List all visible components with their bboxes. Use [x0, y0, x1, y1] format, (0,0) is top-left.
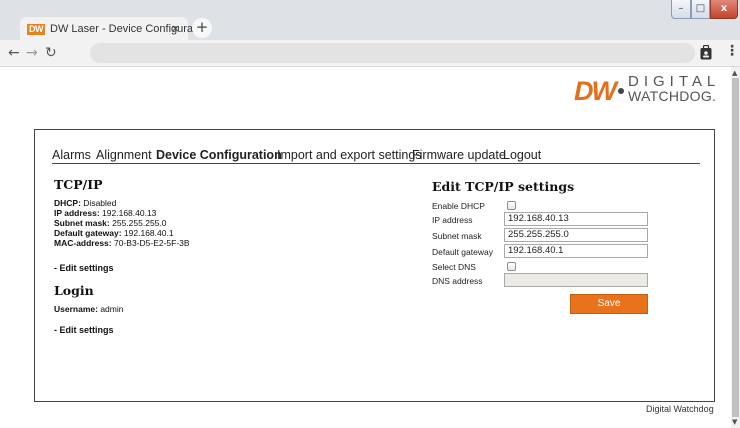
scroll-up-arrow-icon[interactable]: ▲ — [732, 69, 737, 77]
back-arrow-icon[interactable]: ← — [8, 44, 20, 62]
edit-login-settings-link[interactable]: - Edit settings — [54, 325, 114, 335]
window-maximize-button[interactable]: □ — [691, 0, 710, 19]
subnet-mask-input[interactable]: 255.255.255.0 — [504, 228, 648, 242]
edit-tcpip-heading: Edit TCP/IP settings — [432, 179, 575, 194]
profile-icon[interactable] — [700, 45, 712, 60]
tab-close-icon[interactable]: × — [171, 22, 180, 35]
info-label: Subnet mask: — [54, 218, 110, 228]
logo-dot — [618, 88, 624, 94]
footer-text: Digital Watchdog — [646, 404, 714, 414]
info-value: admin — [100, 304, 124, 314]
logo-mark: DW — [574, 76, 617, 106]
info-value: 70-B3-D5-E2-5F-3B — [114, 238, 190, 248]
info-label: DHCP: — [54, 198, 81, 208]
edit-tcpip-settings-link[interactable]: - Edit settings — [54, 263, 114, 273]
config-panel — [34, 129, 715, 402]
ip-address-label: IP address — [432, 215, 473, 225]
info-label: Default gateway: — [54, 228, 122, 238]
nav-logout[interactable]: Logout — [503, 148, 541, 162]
browser-toolbar: ← → ↻ ⋮ — [0, 40, 740, 67]
select-dns-label: Select DNS — [432, 262, 476, 272]
dns-address-input[interactable] — [504, 273, 648, 287]
info-value: Disabled — [83, 198, 117, 208]
login-heading: Login — [54, 283, 94, 298]
tab-title: DW Laser - Device Configuration — [50, 23, 211, 35]
nav-alarms[interactable]: Alarms — [52, 148, 91, 162]
save-button[interactable]: Save — [570, 294, 648, 314]
nav-device-configuration[interactable]: Device Configuration — [156, 148, 282, 162]
select-dns-checkbox[interactable] — [507, 262, 516, 271]
info-label: MAC-address: — [54, 238, 112, 248]
address-bar[interactable] — [90, 43, 695, 63]
logo-line2: WATCHDOG. — [628, 88, 717, 104]
tcpip-heading: TCP/IP — [54, 177, 103, 192]
browser-tab[interactable]: DW DW Laser - Device Configuration × — [20, 17, 211, 41]
more-menu-icon[interactable]: ⋮ — [725, 43, 739, 59]
page-scrollbar[interactable]: ▲ ▼ — [731, 67, 740, 428]
default-gateway-input[interactable]: 192.168.40.1 — [504, 244, 648, 258]
digital-watchdog-logo: DW DIGITAL WATCHDOG. — [574, 74, 724, 106]
dw-favicon-icon: DW — [27, 23, 45, 35]
nav-firmware-update[interactable]: Firmware update — [412, 148, 506, 162]
forward-arrow-icon[interactable]: → — [26, 44, 38, 62]
window-close-button[interactable]: x — [710, 0, 738, 19]
info-value: 192.168.40.1 — [123, 228, 174, 238]
new-tab-button[interactable]: + — [192, 18, 212, 38]
info-label: IP address: — [54, 208, 100, 218]
username-info: Username: admin — [54, 304, 124, 315]
scrollbar-thumb[interactable] — [732, 78, 739, 417]
info-value: 192.168.40.13 — [102, 208, 157, 218]
scroll-down-arrow-icon[interactable]: ▼ — [732, 418, 737, 426]
reload-icon[interactable]: ↻ — [45, 44, 57, 62]
browser-tab-bar: DW DW Laser - Device Configuration × + –… — [0, 0, 740, 41]
subnet-mask-label: Subnet mask — [432, 231, 482, 241]
nav-alignment[interactable]: Alignment — [96, 148, 152, 162]
enable-dhcp-label: Enable DHCP — [432, 201, 485, 211]
info-value: 255.255.255.0 — [112, 218, 167, 228]
default-gateway-label: Default gateway — [432, 247, 493, 257]
main-nav: Alarms Alignment Device Configuration Im… — [52, 148, 700, 164]
mac-address-info: MAC-address: 70-B3-D5-E2-5F-3B — [54, 238, 190, 249]
window-minimize-button[interactable]: – — [671, 0, 691, 19]
nav-import-export-settings[interactable]: Import and export settings — [277, 148, 422, 162]
info-label: Username: — [54, 304, 98, 314]
ip-address-input[interactable]: 192.168.40.13 — [504, 212, 648, 226]
dns-address-label: DNS address — [432, 276, 483, 286]
enable-dhcp-checkbox[interactable] — [507, 201, 516, 210]
